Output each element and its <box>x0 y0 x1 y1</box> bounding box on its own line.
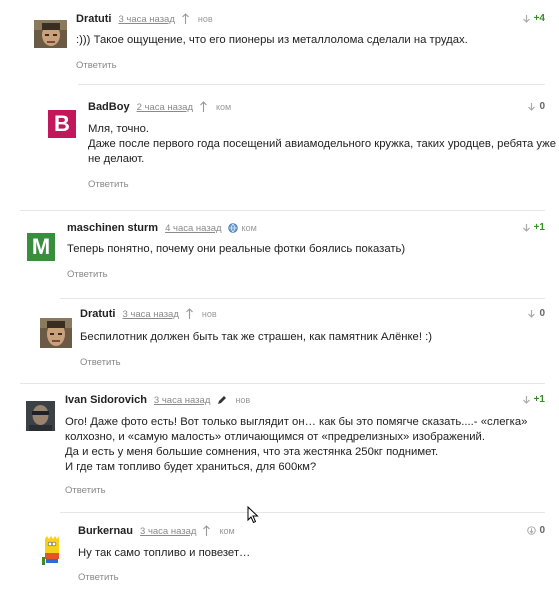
status-badge: нов <box>235 395 251 405</box>
comment-text-line: Да и есть у меня большие сомнения, что э… <box>65 446 439 458</box>
status-badge: ком <box>241 223 257 233</box>
status-badge: ком <box>219 526 235 536</box>
comment-time[interactable]: 3 часа назад <box>154 395 210 406</box>
comment: B BadBoy 2 часа назад ком 0 Мля, точно. … <box>48 98 556 198</box>
comment-author[interactable]: Burkernau <box>78 525 133 537</box>
reply-to-parent-icon[interactable] <box>185 308 194 320</box>
vote-down-icon[interactable] <box>527 102 536 111</box>
vote-down-icon[interactable] <box>522 395 531 404</box>
comment-text-line: не делают. <box>88 153 145 165</box>
comment-text-line: колхозно, и «самую малость» отличающимся… <box>65 431 486 443</box>
comment: Dratuti 3 часа назад нов +4 :))) Такое о… <box>34 8 545 78</box>
comment: M maschinen sturm 4 часа назад ком +1 Те… <box>27 222 545 284</box>
ivan-avatar[interactable] <box>26 401 55 431</box>
globe-icon <box>227 223 238 233</box>
status-badge: ком <box>216 102 232 112</box>
bart-avatar[interactable] <box>40 535 64 567</box>
comment-author[interactable]: maschinen sturm <box>67 222 158 234</box>
reply-button[interactable]: Ответить <box>76 60 117 71</box>
vote-score: +4 <box>533 13 545 24</box>
reply-to-parent-icon[interactable] <box>181 13 190 25</box>
comment-time[interactable]: 3 часа назад <box>118 14 174 25</box>
vote-score: 0 <box>539 101 545 112</box>
status-badge: нов <box>201 309 217 319</box>
comment-time[interactable]: 3 часа назад <box>140 526 196 537</box>
pencil-icon <box>217 395 227 405</box>
vote-down-icon[interactable] <box>527 309 536 318</box>
comment-author[interactable]: Ivan Sidorovich <box>65 394 147 406</box>
comment-text-line: Даже после первого года посещений авиамо… <box>88 138 557 150</box>
reply-button[interactable]: Ответить <box>88 179 129 190</box>
comment-text-line: Ну так само топливо и повезет… <box>78 547 251 559</box>
badboy-avatar[interactable]: B <box>48 110 76 138</box>
reply-button[interactable]: Ответить <box>80 357 121 368</box>
mouse-cursor-icon <box>247 505 259 524</box>
comment-text-line: Беспилотник должен быть так же страшен, … <box>80 331 433 343</box>
comment-time[interactable]: 4 часа назад <box>165 223 221 234</box>
comment-text-line: Мля, точно. <box>88 123 150 135</box>
reply-to-parent-icon[interactable] <box>202 525 211 537</box>
vote-down-icon[interactable] <box>527 526 537 535</box>
status-badge: нов <box>197 14 213 24</box>
reply-button[interactable]: Ответить <box>67 269 108 280</box>
avatar-letter: M <box>31 234 51 259</box>
reply-button[interactable]: Ответить <box>78 572 119 583</box>
comment-text-line: Теперь понятно, почему они реальные фотк… <box>67 243 406 255</box>
comment-time[interactable]: 3 часа назад <box>122 309 178 320</box>
vote-score: 0 <box>539 308 545 319</box>
dratuti-avatar[interactable] <box>34 20 67 48</box>
comment-author[interactable]: BadBoy <box>88 101 130 113</box>
maschinen-sturm-avatar[interactable]: M <box>27 233 55 261</box>
reply-to-parent-icon[interactable] <box>199 101 208 113</box>
vote-score: 0 <box>539 525 545 536</box>
vote-down-icon[interactable] <box>522 14 531 23</box>
comment-time[interactable]: 2 часа назад <box>137 102 193 113</box>
comment: Dratuti 3 часа назад нов 0 Беспилотник д… <box>40 308 545 370</box>
avatar-letter: B <box>54 111 70 136</box>
comment: Ivan Sidorovich 3 часа назад нов +1 Ого!… <box>26 393 545 501</box>
comment-author[interactable]: Dratuti <box>76 13 111 25</box>
vote-score: +1 <box>533 222 545 233</box>
comment-text-line: И где там топливо будет храниться, для 6… <box>65 461 317 473</box>
comment-text-line: :))) Такое ощущение, что его пионеры из … <box>76 34 468 46</box>
comment-text-line: Ого! Даже фото есть! Вот только выглядит… <box>65 416 528 428</box>
reply-button[interactable]: Ответить <box>65 485 106 496</box>
dratuti-avatar[interactable] <box>40 318 72 348</box>
vote-down-icon[interactable] <box>522 223 531 232</box>
comment-author[interactable]: Dratuti <box>80 308 115 320</box>
comment: Burkernau 3 часа назад ком 0 Ну так само… <box>40 523 545 593</box>
vote-score: +1 <box>533 394 545 405</box>
